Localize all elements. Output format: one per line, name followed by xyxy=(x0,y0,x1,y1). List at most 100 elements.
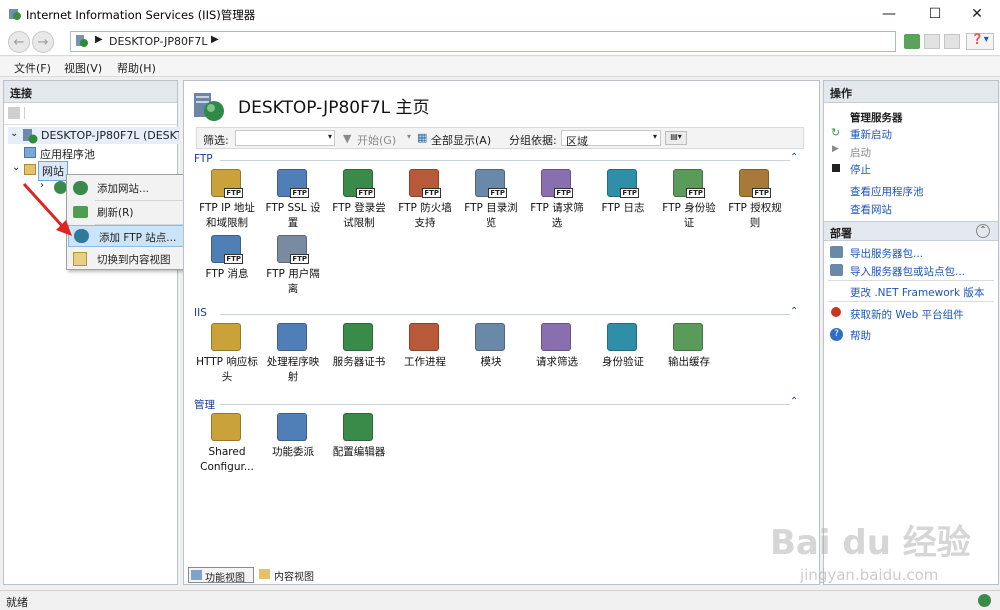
filter-input[interactable]: ▾ xyxy=(235,130,335,146)
restart-icon: ↻ xyxy=(831,126,841,139)
feature-1-5[interactable]: 请求筛选 xyxy=(524,321,590,383)
feature-icon: FTP xyxy=(673,169,705,198)
content-view-icon xyxy=(73,252,87,266)
menu-view[interactable]: 视图(V) xyxy=(64,60,102,76)
tab-content-view-label: 内容视图 xyxy=(274,572,314,583)
feature-icon: FTP xyxy=(409,169,441,198)
collapse-icon[interactable]: ⌄ xyxy=(12,162,20,173)
stop-icon[interactable] xyxy=(924,34,940,49)
filter-toolbar: 筛选: ▾ ▼ 开始(G) ▾ ▦ 全部显示(A) 分组依据: 区域 ▾ ▤▾ xyxy=(196,127,804,149)
connections-toolbar xyxy=(4,103,177,125)
feature-1-2[interactable]: 服务器证书 xyxy=(326,321,392,383)
feature-label: 身份验证 xyxy=(602,356,644,368)
tree-server-row[interactable]: ⌄ DESKTOP-JP80F7L (DESKTO xyxy=(8,127,180,144)
collapse-icon[interactable]: ⌄ xyxy=(10,128,18,139)
action-view-sites[interactable]: 查看网站 xyxy=(850,202,892,217)
menu-file[interactable]: 文件(F) xyxy=(14,60,51,76)
action-dotnet-version[interactable]: 更改 .NET Framework 版本 xyxy=(850,285,984,300)
address-box[interactable]: ▶ DESKTOP-JP80F7L ▶ xyxy=(70,31,896,52)
deploy-section-header[interactable]: 部署 ⌃ xyxy=(824,221,998,241)
ftp-badge-icon: FTP xyxy=(686,188,705,198)
feature-0-2[interactable]: FTP FTP 登录尝 试限制 xyxy=(326,167,392,229)
close-button[interactable]: ✕ xyxy=(954,0,1000,28)
action-view-app-pools[interactable]: 查看应用程序池 xyxy=(850,184,924,199)
filter-label: 筛选: xyxy=(203,134,229,147)
iis-app-icon xyxy=(9,9,21,20)
feature-2-2[interactable]: 配置编辑器 xyxy=(326,411,392,473)
menu-switch-content-view-label: 切换到内容视图 xyxy=(97,254,171,266)
menu-help[interactable]: 帮助(H) xyxy=(117,60,156,76)
group-by-select[interactable]: 区域 ▾ xyxy=(561,130,661,148)
collapse-section-icon[interactable]: ⌃ xyxy=(790,152,798,163)
collapse-section-icon[interactable]: ⌃ xyxy=(976,224,990,238)
action-restart[interactable]: 重新启动 xyxy=(850,127,892,142)
start-dropdown-icon[interactable]: ▾ xyxy=(407,132,411,141)
group-by-label: 分组依据: xyxy=(509,134,557,147)
feature-icon xyxy=(277,413,307,441)
ftp-badge-icon: FTP xyxy=(488,188,507,198)
action-export[interactable]: 导出服务器包... xyxy=(850,246,923,261)
home-icon[interactable] xyxy=(944,34,960,49)
feature-label: Shared xyxy=(208,446,246,458)
feature-0-8[interactable]: FTP FTP 授权规则 xyxy=(722,167,788,229)
feature-0-10[interactable]: FTP FTP 用户隔离 xyxy=(260,233,326,295)
action-stop[interactable]: 停止 xyxy=(850,162,871,177)
back-button[interactable]: ← xyxy=(8,31,30,53)
feature-0-0[interactable]: FTP FTP IP 地址 和域限制 xyxy=(194,167,260,229)
forward-button[interactable]: → xyxy=(32,31,54,53)
new-connection-icon[interactable] xyxy=(8,107,20,119)
feature-label: FTP 消息 xyxy=(205,268,249,280)
tree-server-label: DESKTOP-JP80F7L (DESKTO xyxy=(41,129,179,142)
action-help[interactable]: 帮助 xyxy=(850,328,871,343)
action-web-platform[interactable]: 获取新的 Web 平台组件 xyxy=(850,307,964,322)
feature-icon: FTP xyxy=(541,169,573,198)
action-start[interactable]: 启动 xyxy=(850,145,871,160)
feature-2-1[interactable]: 功能委派 xyxy=(260,411,326,473)
feature-label: 证 xyxy=(683,217,695,229)
start-button[interactable]: 开始(G) xyxy=(357,132,396,148)
feature-0-5[interactable]: FTP FTP 请求筛选 xyxy=(524,167,590,229)
tab-content-view[interactable]: 内容视图 xyxy=(258,567,324,583)
tab-features-view[interactable]: 功能视图 xyxy=(188,567,254,584)
minimize-button[interactable]: — xyxy=(866,0,912,28)
feature-0-4[interactable]: FTP FTP 目录浏览 xyxy=(458,167,524,229)
feature-label: 选 xyxy=(551,217,563,229)
feature-1-7[interactable]: 输出缓存 xyxy=(656,321,722,383)
maximize-button[interactable]: ☐ xyxy=(912,0,958,28)
collapse-section-icon[interactable]: ⌃ xyxy=(790,396,798,407)
refresh-icon[interactable] xyxy=(904,34,920,49)
feature-0-1[interactable]: FTP FTP SSL 设置 xyxy=(260,167,326,229)
feature-label: 览 xyxy=(485,217,497,229)
action-import[interactable]: 导入服务器包或站点包... xyxy=(850,264,965,279)
feature-label: 配置编辑器 xyxy=(332,446,386,458)
feature-1-3[interactable]: 工作进程 xyxy=(392,321,458,383)
feature-icon: FTP xyxy=(475,169,507,198)
feature-label: 支持 xyxy=(414,217,436,229)
feature-0-6[interactable]: FTP FTP 日志 xyxy=(590,167,656,229)
feature-0-3[interactable]: FTP FTP 防火墙 支持 xyxy=(392,167,458,229)
feature-1-0[interactable]: HTTP 响应标头 xyxy=(194,321,260,383)
ftp-badge-icon: FTP xyxy=(290,254,309,264)
feature-1-4[interactable]: 模块 xyxy=(458,321,524,383)
feature-icon xyxy=(475,323,505,351)
feature-label: FTP 日志 xyxy=(601,202,645,214)
feature-1-1[interactable]: 处理程序映射 xyxy=(260,321,326,383)
feature-2-0[interactable]: Shared Configur... xyxy=(194,411,260,473)
view-mode-dropdown[interactable]: ▤▾ xyxy=(665,131,687,145)
feature-label: FTP 授权规 xyxy=(728,202,782,214)
ftp-badge-icon: FTP xyxy=(290,188,309,198)
section-title-0: FTP xyxy=(194,153,213,165)
feature-icon: FTP xyxy=(211,169,243,198)
help-dropdown[interactable]: ❓▾ xyxy=(966,33,994,50)
feature-1-6[interactable]: 身份验证 xyxy=(590,321,656,383)
collapse-section-icon[interactable]: ⌃ xyxy=(790,306,798,317)
features-pane: DESKTOP-JP80F7L 主页 筛选: ▾ ▼ 开始(G) ▾ ▦ 全部显… xyxy=(183,80,820,585)
feature-0-9[interactable]: FTP FTP 消息 xyxy=(194,233,260,295)
feature-0-7[interactable]: FTP FTP 身份验证 xyxy=(656,167,722,229)
show-all-button[interactable]: 全部显示(A) xyxy=(431,132,491,148)
feature-icon xyxy=(673,323,703,351)
ftp-badge-icon: FTP xyxy=(356,188,375,198)
address-bar: ← → ▶ DESKTOP-JP80F7L ▶ ❓▾ xyxy=(0,28,1000,56)
breadcrumb-server[interactable]: DESKTOP-JP80F7L xyxy=(109,35,207,48)
tree-app-pools[interactable]: 应用程序池 xyxy=(24,144,174,161)
